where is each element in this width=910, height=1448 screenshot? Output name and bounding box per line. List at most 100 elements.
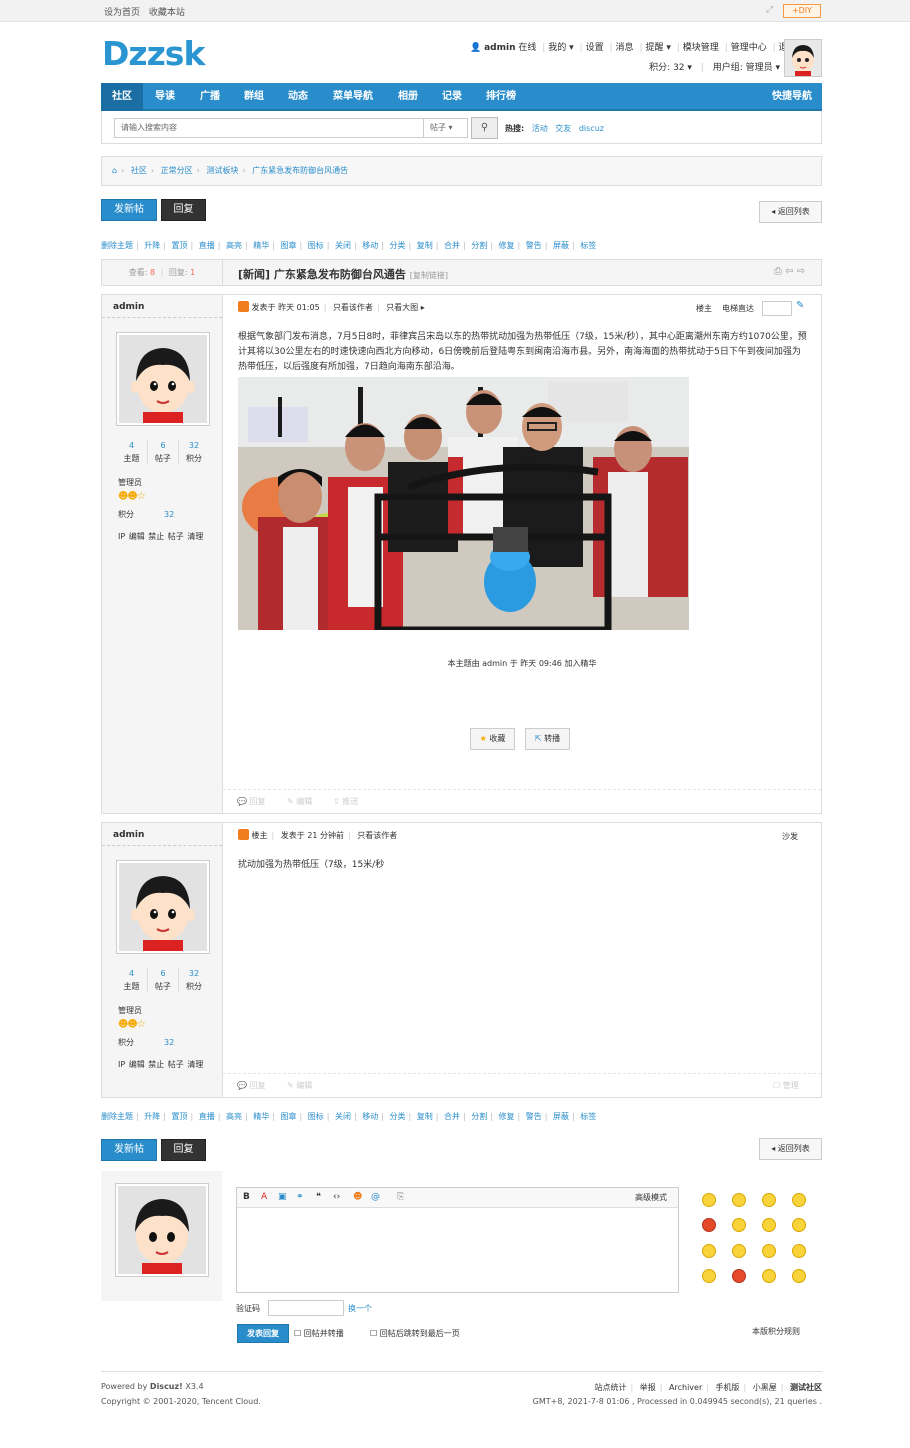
mod-action[interactable]: 修复	[499, 241, 515, 250]
settings-link[interactable]: 设置	[586, 43, 604, 53]
user-avatar[interactable]	[784, 39, 822, 77]
mod-action[interactable]: 图章	[281, 241, 297, 250]
mod-action[interactable]: 置顶	[172, 241, 188, 250]
nav-item-groups[interactable]: 群组	[244, 83, 264, 111]
smiley-icon[interactable]	[762, 1218, 776, 1232]
captcha-change-link[interactable]: 换一个	[348, 1303, 372, 1314]
favorite-button[interactable]: ★ 收藏	[470, 728, 515, 750]
smiley-icon[interactable]	[762, 1193, 776, 1207]
mod-action[interactable]: 分类	[390, 1112, 406, 1121]
footer-link[interactable]: 举报	[640, 1383, 656, 1392]
post-image[interactable]	[238, 377, 689, 630]
jump-floor-input[interactable]	[762, 301, 792, 316]
footer-link[interactable]: Archiver	[669, 1383, 702, 1392]
image-icon[interactable]: ▣	[278, 1192, 287, 1202]
points-menu[interactable]: 积分: 32	[649, 63, 684, 73]
manage-checkbox[interactable]: ☐ 管理	[773, 1080, 799, 1091]
author-admin-ops[interactable]: IP 编辑 禁止 帖子 清理	[118, 1059, 203, 1070]
nav-item-album[interactable]: 相册	[398, 83, 418, 111]
prev-icon[interactable]: ⇦	[785, 266, 793, 277]
set-home-link[interactable]: 设为首页	[104, 8, 140, 18]
author-avatar[interactable]	[116, 860, 210, 954]
admin-center-link[interactable]: 管理中心	[731, 43, 767, 53]
link-icon[interactable]: ⚭	[296, 1192, 304, 1202]
opt-jump-last-checkbox[interactable]: ☐ 回帖后跳转到最后一页	[370, 1328, 460, 1339]
mod-action[interactable]: 删除主题	[101, 1112, 133, 1121]
author-name[interactable]: admin	[113, 830, 144, 840]
smiley-icon[interactable]	[732, 1269, 746, 1283]
quote-icon[interactable]: ❝	[316, 1192, 321, 1202]
only-author-link[interactable]: 只看该作者	[357, 831, 397, 840]
breadcrumb-item[interactable]: 广东紧急发布防御台风通告	[252, 166, 348, 175]
module-mgmt-link[interactable]: 模块管理	[683, 43, 719, 53]
nav-item-ranking[interactable]: 排行榜	[486, 83, 516, 111]
smiley-icon[interactable]	[792, 1193, 806, 1207]
mod-action[interactable]: 修复	[499, 1112, 515, 1121]
mod-action[interactable]: 图标	[308, 241, 324, 250]
mod-action[interactable]: 直播	[199, 241, 215, 250]
mod-action[interactable]: 图标	[308, 1112, 324, 1121]
home-icon[interactable]: ⌂	[112, 166, 117, 175]
mod-action[interactable]: 精华	[253, 241, 269, 250]
smiley-icon[interactable]	[702, 1244, 716, 1258]
expand-icon[interactable]: ⤢	[766, 5, 776, 15]
smiley-icon[interactable]	[732, 1244, 746, 1258]
nav-item-community[interactable]: 社区	[101, 83, 143, 111]
mod-action[interactable]: 复制	[417, 241, 433, 250]
reply-textarea[interactable]	[237, 1209, 678, 1292]
hot-search-item[interactable]: 活动	[532, 124, 548, 133]
font-color-icon[interactable]: A	[261, 1192, 267, 1202]
reply-post-link[interactable]: 💬 回复	[237, 1080, 266, 1091]
discuz-link[interactable]: Discuz!	[150, 1382, 183, 1391]
mod-action[interactable]: 高亮	[226, 1112, 242, 1121]
reply-button[interactable]: 回复	[161, 1139, 206, 1161]
hot-search-item[interactable]: 交友	[555, 124, 571, 133]
search-type-select[interactable]: 帖子 ▾	[424, 118, 468, 138]
copy-link[interactable]: [复制链接]	[410, 271, 448, 280]
smiley-icon[interactable]	[732, 1193, 746, 1207]
stat-threads[interactable]: 4	[116, 967, 147, 980]
usergroup-menu[interactable]: 用户组: 管理员	[713, 63, 773, 73]
breadcrumb-item[interactable]: 正常分区	[161, 166, 193, 175]
mod-action[interactable]: 图章	[281, 1112, 297, 1121]
smiley-icon[interactable]	[762, 1244, 776, 1258]
mod-action[interactable]: 分割	[471, 1112, 487, 1121]
edit-post-link[interactable]: ✎ 编辑	[287, 796, 312, 807]
hot-search-item[interactable]: discuz	[579, 124, 604, 133]
search-button[interactable]: ⚲	[471, 117, 498, 139]
mod-action[interactable]: 屏蔽	[553, 1112, 569, 1121]
smiley-icon[interactable]	[762, 1269, 776, 1283]
mod-action[interactable]: 升降	[144, 1112, 160, 1121]
mod-action[interactable]: 警告	[526, 1112, 542, 1121]
footer-link[interactable]: 站点统计	[595, 1383, 627, 1392]
print-icon[interactable]: ⎙	[774, 266, 782, 277]
mod-action[interactable]: 精华	[253, 1112, 269, 1121]
opt-share-checkbox[interactable]: ☐ 回帖并转播	[294, 1328, 344, 1339]
mod-action[interactable]: 置顶	[172, 1112, 188, 1121]
nav-item-records[interactable]: 记录	[442, 83, 462, 111]
mod-action[interactable]: 关闭	[335, 1112, 351, 1121]
diy-button[interactable]: +DIY	[783, 4, 821, 18]
author-avatar[interactable]	[116, 332, 210, 426]
mod-action[interactable]: 警告	[526, 241, 542, 250]
smiley-icon[interactable]	[792, 1218, 806, 1232]
advanced-mode-link[interactable]: 高级模式	[635, 1192, 667, 1203]
points-rules-link[interactable]: 本版积分规则	[752, 1326, 800, 1337]
mod-action[interactable]: 标签	[580, 1112, 596, 1121]
go-icon[interactable]: ✎	[796, 300, 804, 311]
quick-nav[interactable]: 快捷导航	[772, 83, 812, 111]
footer-link[interactable]: 测试社区	[790, 1383, 822, 1392]
stat-points[interactable]: 32	[179, 439, 209, 452]
push-post-link[interactable]: ⇪ 推送	[333, 796, 358, 807]
mod-action[interactable]: 复制	[417, 1112, 433, 1121]
edit-post-link[interactable]: ✎ 编辑	[287, 1080, 312, 1091]
reply-button[interactable]: 回复	[161, 199, 206, 221]
search-input[interactable]: 请输入搜索内容	[114, 118, 424, 138]
mod-action[interactable]: 高亮	[226, 241, 242, 250]
mod-action[interactable]: 分割	[471, 241, 487, 250]
mod-action[interactable]: 删除主题	[101, 241, 133, 250]
messages-link[interactable]: 消息	[616, 43, 634, 53]
only-big-image-link[interactable]: 只看大图	[386, 303, 418, 312]
stat-points[interactable]: 32	[179, 967, 209, 980]
floor-number[interactable]: 沙发	[782, 831, 798, 842]
